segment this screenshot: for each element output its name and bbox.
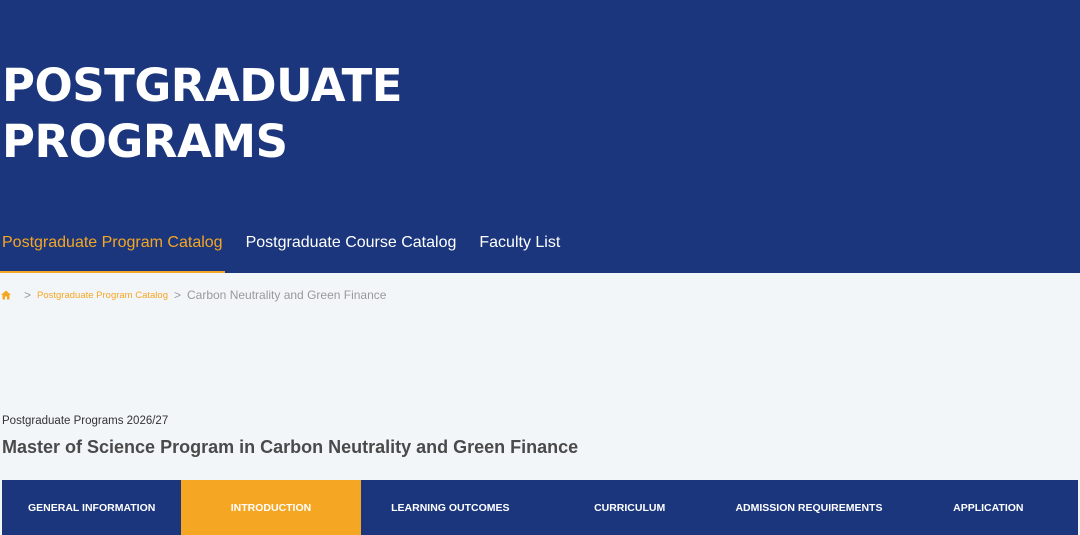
tab-curriculum[interactable]: CURRICULUM: [540, 480, 719, 535]
breadcrumb-current: Carbon Neutrality and Green Finance: [187, 288, 387, 302]
tab-general-information[interactable]: GENERAL INFORMATION: [2, 480, 181, 535]
home-icon[interactable]: [0, 289, 12, 301]
breadcrumb-link-program-catalog[interactable]: Postgraduate Program Catalog: [37, 290, 168, 301]
breadcrumb-separator: >: [173, 288, 181, 302]
header-nav: Postgraduate Program Catalog Postgraduat…: [0, 225, 581, 273]
tab-learning-outcomes[interactable]: LEARNING OUTCOMES: [361, 480, 540, 535]
nav-item-faculty-list[interactable]: Faculty List: [477, 225, 562, 273]
program-title: Master of Science Program in Carbon Neut…: [2, 437, 579, 457]
breadcrumb-separator: >: [24, 288, 32, 302]
page-banner-title: POSTGRADUATE PROGRAMS: [2, 58, 403, 170]
nav-item-program-catalog[interactable]: Postgraduate Program Catalog: [0, 225, 225, 273]
tab-admission-requirements[interactable]: ADMISSION REQUIREMENTS: [719, 480, 898, 535]
program-year-label: Postgraduate Programs 2026/27: [2, 415, 169, 427]
breadcrumb: > Postgraduate Program Catalog > Carbon …: [0, 288, 386, 302]
page-header: POSTGRADUATE PROGRAMS Postgraduate Progr…: [0, 0, 1080, 273]
tab-application[interactable]: APPLICATION: [899, 480, 1078, 535]
nav-item-course-catalog[interactable]: Postgraduate Course Catalog: [244, 225, 459, 273]
banner-title-line2: PROGRAMS: [2, 115, 288, 168]
tab-introduction[interactable]: INTRODUCTION: [181, 480, 361, 535]
banner-title-line1: POSTGRADUATE: [2, 59, 403, 112]
program-tabs: GENERAL INFORMATION INTRODUCTION LEARNIN…: [2, 480, 1078, 535]
